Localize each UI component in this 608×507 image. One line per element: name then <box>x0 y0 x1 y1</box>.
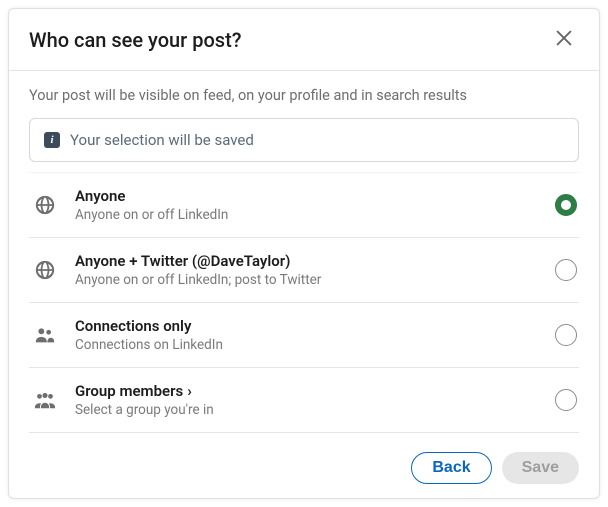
option-desc: Connections on LinkedIn <box>75 337 539 353</box>
dialog-footer: Back Save <box>9 440 599 498</box>
option-connections[interactable]: Connections only Connections on LinkedIn <box>29 303 579 368</box>
option-text: Anyone Anyone on or off LinkedIn <box>75 187 539 223</box>
option-group-members[interactable]: Group members › Select a group you're in <box>29 368 579 433</box>
option-title-label: Group members <box>75 382 183 400</box>
visibility-options: Anyone Anyone on or off LinkedIn Anyone … <box>29 172 579 433</box>
dialog-body: Your post will be visible on feed, on yo… <box>9 71 599 440</box>
radio-unselected[interactable] <box>555 389 577 411</box>
option-text: Group members › Select a group you're in <box>75 382 539 418</box>
dialog-title: Who can see your post? <box>29 28 241 52</box>
save-button[interactable]: Save <box>502 452 579 484</box>
dialog-subtitle: Your post will be visible on feed, on yo… <box>29 87 579 104</box>
radio-unselected[interactable] <box>555 259 577 281</box>
globe-icon <box>31 194 59 216</box>
option-text: Connections only Connections on LinkedIn <box>75 317 539 353</box>
close-button[interactable] <box>549 23 579 56</box>
option-text: Anyone + Twitter (@DaveTaylor) Anyone on… <box>75 252 539 288</box>
option-desc: Select a group you're in <box>75 402 539 418</box>
close-icon <box>553 37 575 52</box>
globe-icon <box>31 259 59 281</box>
option-desc: Anyone on or off LinkedIn; post to Twitt… <box>75 272 539 288</box>
back-button[interactable]: Back <box>411 452 491 484</box>
info-icon: i <box>44 132 60 148</box>
option-desc: Anyone on or off LinkedIn <box>75 207 539 223</box>
option-title: Anyone + Twitter (@DaveTaylor) <box>75 252 539 270</box>
dialog-header: Who can see your post? <box>9 9 599 71</box>
option-anyone[interactable]: Anyone Anyone on or off LinkedIn <box>29 172 579 238</box>
option-title: Anyone <box>75 187 539 205</box>
group-icon <box>31 389 59 411</box>
visibility-dialog: Who can see your post? Your post will be… <box>8 8 600 499</box>
radio-selected[interactable] <box>555 194 577 216</box>
option-title: Connections only <box>75 317 539 335</box>
option-anyone-twitter[interactable]: Anyone + Twitter (@DaveTaylor) Anyone on… <box>29 238 579 303</box>
people-icon <box>31 324 59 346</box>
radio-unselected[interactable] <box>555 324 577 346</box>
chevron-right-icon: › <box>187 382 192 400</box>
notice-text: Your selection will be saved <box>70 131 254 149</box>
option-title: Group members › <box>75 382 539 400</box>
selection-saved-notice: i Your selection will be saved <box>29 118 579 162</box>
